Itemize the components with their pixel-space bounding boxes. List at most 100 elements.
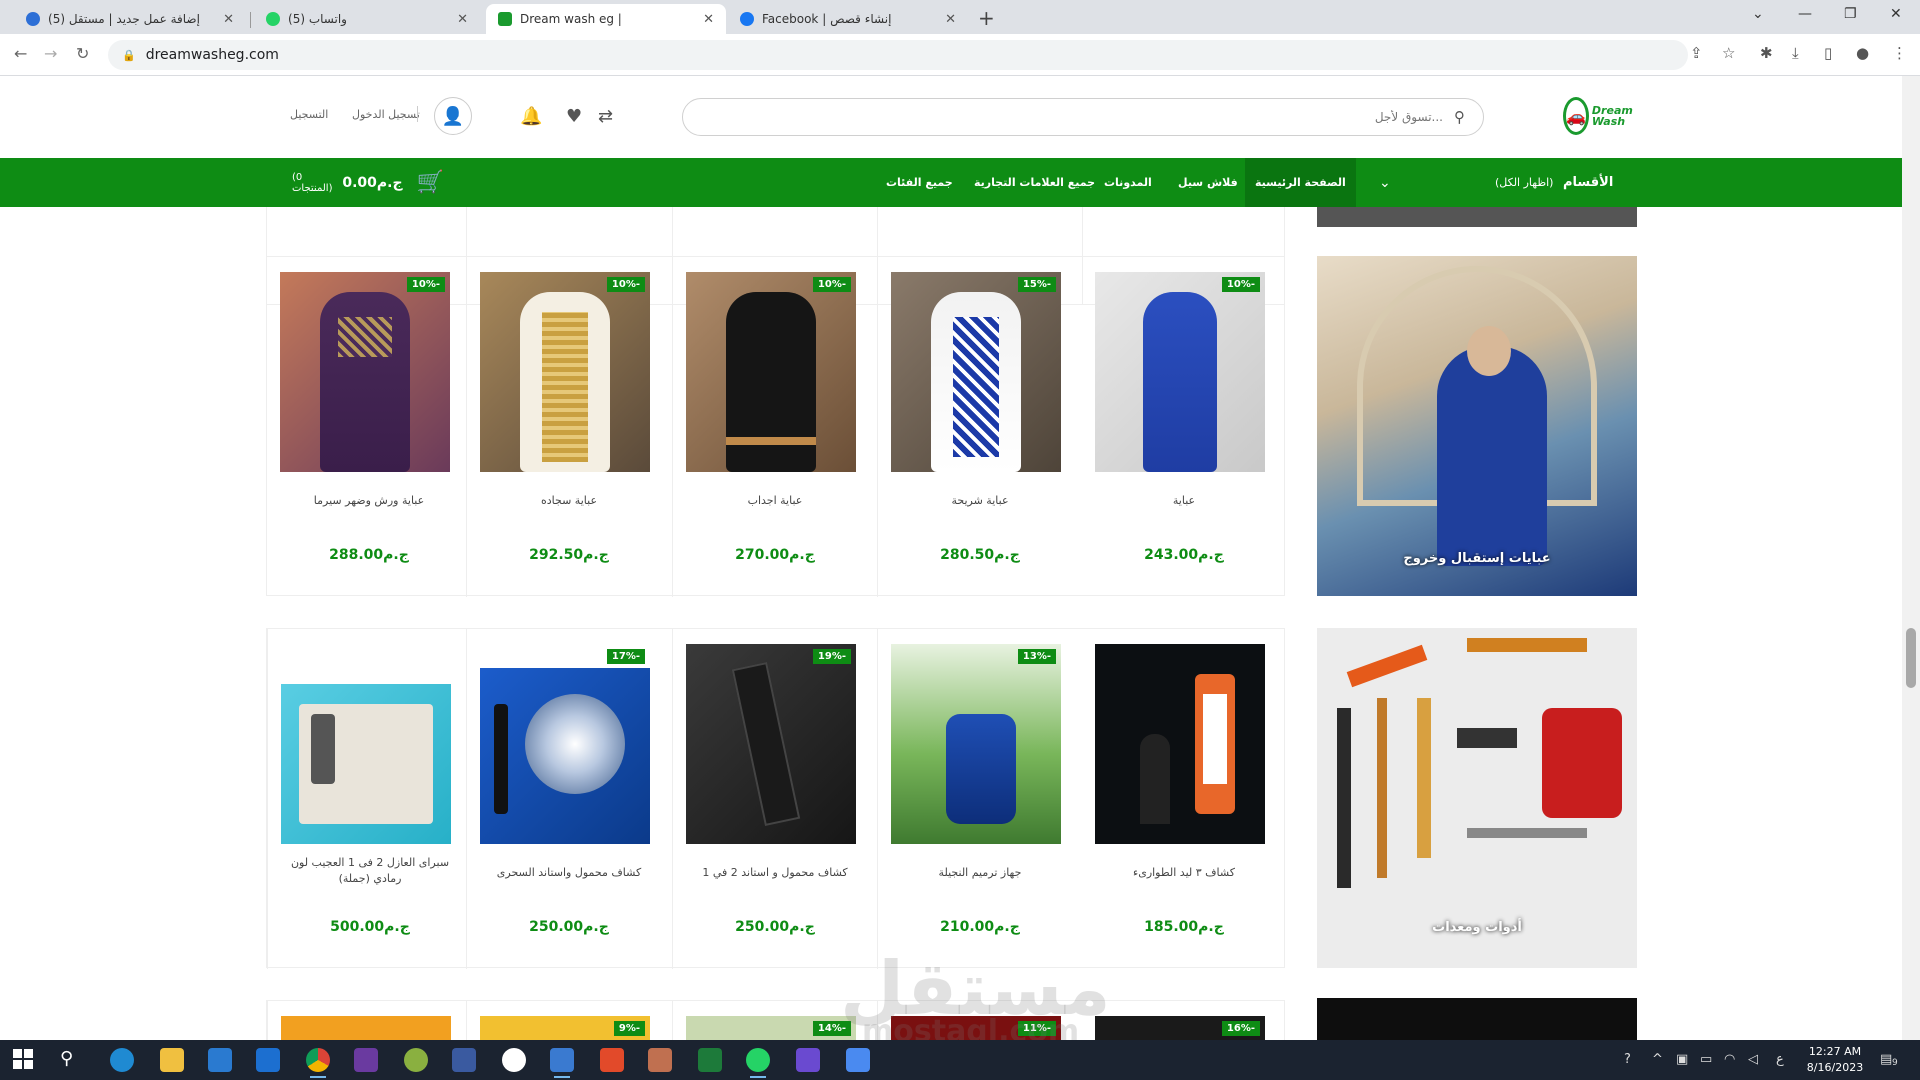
brave-icon[interactable]: [600, 1048, 624, 1072]
product-image[interactable]: 14%-: [686, 1016, 856, 1040]
product-card[interactable]: 17%- كشاف محمول واستاند السحرى 250.00ج.م: [466, 629, 670, 969]
nav-home[interactable]: الصفحة الرئيسية: [1245, 158, 1356, 207]
edge-icon[interactable]: [110, 1048, 134, 1072]
close-tab-icon[interactable]: ✕: [457, 12, 468, 27]
menu-kebab-icon[interactable]: ⋮: [1892, 44, 1907, 62]
product-card[interactable]: 16%-: [1082, 1001, 1286, 1040]
file-explorer-icon[interactable]: [160, 1048, 184, 1072]
tab-search-chevron-icon[interactable]: ⌄: [1752, 6, 1764, 22]
browser-tab-dreamwash[interactable]: Dream wash eg | ✕: [486, 4, 726, 34]
minimize-button[interactable]: —: [1798, 6, 1812, 22]
search-input[interactable]: [683, 99, 1483, 135]
football-app-icon[interactable]: [502, 1048, 526, 1072]
whatsapp-icon[interactable]: [746, 1048, 770, 1078]
product-image[interactable]: 16%-: [1095, 1016, 1265, 1040]
system-clock[interactable]: 12:27 AM 8/16/2023: [1800, 1044, 1870, 1076]
bookmark-star-icon[interactable]: ☆: [1722, 44, 1735, 62]
product-image[interactable]: 17%-: [480, 644, 650, 844]
share-icon[interactable]: ⇪: [1690, 44, 1703, 62]
wishlist-heart-icon[interactable]: ♥: [566, 106, 582, 127]
search-icon[interactable]: ⚲: [1454, 108, 1465, 126]
browser-tab-facebook[interactable]: إنشاء قصص | Facebook ✕: [728, 4, 968, 34]
notes-app-icon[interactable]: [648, 1048, 672, 1072]
product-card[interactable]: 10%- عباية اجداب 270.00ج.م: [672, 257, 876, 597]
category-banner-next[interactable]: [1317, 998, 1637, 1040]
scrollbar-thumb[interactable]: [1906, 628, 1916, 688]
messenger-app-icon[interactable]: [846, 1048, 870, 1072]
address-bar[interactable]: 🔒 dreamwasheg.com: [108, 40, 1688, 70]
nav-blogs[interactable]: المدونات: [1094, 158, 1162, 207]
volume-icon[interactable]: ◁: [1748, 1052, 1758, 1067]
windows-start-icon[interactable]: [12, 1048, 36, 1072]
notification-bell-icon[interactable]: 🔔: [520, 106, 542, 127]
close-tab-icon[interactable]: ✕: [223, 12, 234, 27]
new-tab-button[interactable]: +: [978, 6, 995, 30]
compare-arrows-icon[interactable]: ⇄: [598, 106, 613, 127]
product-card[interactable]: 19%- كشاف محمول و استاند 2 في 1 250.00ج.…: [672, 629, 876, 969]
restore-button[interactable]: ❐: [1844, 6, 1857, 22]
product-card[interactable]: 9%-: [466, 1001, 670, 1040]
download-icon[interactable]: ⤓: [1792, 44, 1799, 62]
product-image[interactable]: 13%-: [891, 644, 1061, 844]
site-logo[interactable]: 🚗 Dream Wash: [1563, 96, 1639, 136]
wifi-icon[interactable]: ◠: [1724, 1052, 1735, 1067]
forward-icon[interactable]: →: [44, 44, 57, 63]
product-card[interactable]: 10%- عباية سجاده 292.50ج.م: [466, 257, 670, 597]
product-image[interactable]: 10%-: [480, 272, 650, 472]
product-image[interactable]: 10%-: [1095, 272, 1265, 472]
product-image[interactable]: 10%-: [686, 272, 856, 472]
game-app-icon[interactable]: [354, 1048, 378, 1072]
product-image[interactable]: 15%-: [891, 272, 1061, 472]
page-scrollbar[interactable]: [1902, 76, 1920, 1040]
close-window-button[interactable]: ✕: [1890, 6, 1902, 22]
product-card[interactable]: 13%- جهاز ترميم النجيلة 210.00ج.م: [877, 629, 1081, 969]
product-card[interactable]: 15%- عباية شريحة 280.50ج.م: [877, 257, 1081, 597]
reload-icon[interactable]: ↻: [76, 44, 89, 63]
product-card[interactable]: كشاف ٣ ليد الطوارىء 185.00ج.م: [1082, 629, 1286, 969]
side-panel-icon[interactable]: ▯: [1824, 44, 1832, 62]
browser-tab-whatsapp[interactable]: واتساب (5) ✕: [254, 4, 480, 34]
nav-all-brands[interactable]: جميع العلامات التجارية: [964, 158, 1105, 207]
back-icon[interactable]: ←: [14, 44, 27, 63]
search-icon[interactable]: ⚲: [60, 1048, 84, 1072]
product-image[interactable]: 19%-: [686, 644, 856, 844]
product-card[interactable]: سبراى العازل 2 فى 1 العجيب لون رمادي (جم…: [267, 629, 471, 969]
cart-button[interactable]: (0 المنتجات) 0.00ج.م 🛒: [292, 158, 444, 207]
user-avatar-icon[interactable]: 👤: [434, 97, 472, 135]
store-icon[interactable]: [208, 1048, 232, 1072]
close-tab-icon[interactable]: ✕: [703, 12, 714, 27]
chrome-icon[interactable]: [306, 1048, 330, 1078]
product-image[interactable]: [1095, 644, 1265, 844]
excel-icon[interactable]: [698, 1048, 722, 1072]
categories-dropdown[interactable]: ⌄ (اظهار الكل) الأقسام: [1365, 158, 1613, 207]
product-card[interactable]: 10%- عباية ورش وضهر سيرما 288.00ج.م: [267, 257, 471, 597]
language-indicator[interactable]: ع: [1776, 1052, 1784, 1067]
nav-all-categories[interactable]: جميع الفئات: [876, 158, 963, 207]
browser-tab-mostaql[interactable]: إضافة عمل جديد | مستقل (5) ✕: [14, 4, 246, 34]
desktop-app-icon[interactable]: [452, 1048, 476, 1072]
category-banner-abayas[interactable]: عبايات إستقبال وخروج: [1317, 256, 1637, 596]
product-image[interactable]: [281, 1016, 451, 1040]
product-card[interactable]: 10%- عباية 243.00ج.م: [1082, 257, 1286, 597]
extensions-icon[interactable]: ✱: [1760, 44, 1773, 62]
product-image[interactable]: 10%-: [280, 272, 450, 472]
mail-icon[interactable]: [256, 1048, 280, 1072]
tray-app-icon[interactable]: ▣: [1676, 1052, 1688, 1067]
battery-icon[interactable]: ▭: [1700, 1052, 1712, 1067]
category-banner-tools[interactable]: أدوات ومعدات: [1317, 628, 1637, 968]
photos-app-icon[interactable]: [404, 1048, 428, 1072]
product-card[interactable]: [267, 1001, 471, 1040]
tray-chevron-up-icon[interactable]: ^: [1652, 1052, 1663, 1067]
design-app-icon[interactable]: [550, 1048, 574, 1078]
login-link[interactable]: تسجيل الدخول: [352, 108, 420, 121]
notifications-icon[interactable]: ▤: [1880, 1052, 1892, 1067]
help-icon[interactable]: ?: [1624, 1052, 1631, 1067]
profile-icon[interactable]: ●: [1856, 44, 1869, 62]
product-image[interactable]: [281, 644, 451, 844]
product-image[interactable]: 9%-: [480, 1016, 650, 1040]
register-link[interactable]: التسجيل: [290, 108, 328, 121]
show-all-link[interactable]: (اظهار الكل): [1495, 176, 1553, 189]
nav-flash-sale[interactable]: فلاش سيل: [1168, 158, 1248, 207]
close-tab-icon[interactable]: ✕: [945, 12, 956, 27]
video-app-icon[interactable]: [796, 1048, 820, 1072]
